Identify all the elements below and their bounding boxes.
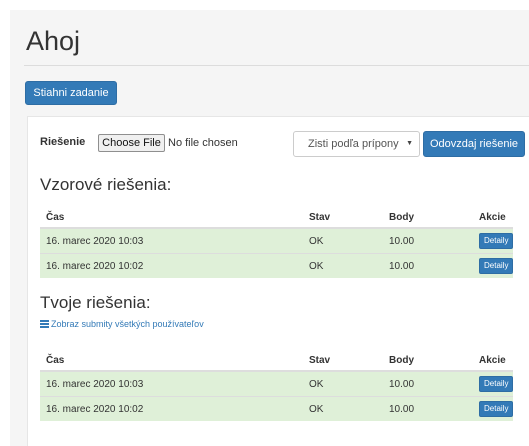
column-header-actions: Akcie (479, 350, 514, 372)
table-row: 16. marec 2020 10:03 OK 10.00 Detaily (40, 370, 514, 397)
row-status: OK (309, 370, 389, 397)
page-title: Ahoj (26, 26, 81, 56)
table-header-row: Čas Stav Body Akcie (40, 350, 514, 372)
solutions-panel: Riešenie Choose File No file chosen Zist… (27, 116, 529, 446)
submit-form: Riešenie Choose File No file chosen Zist… (28, 117, 529, 167)
row-time: 16. marec 2020 10:03 (40, 370, 309, 397)
details-button[interactable]: Detaily (479, 401, 514, 417)
details-button[interactable]: Detaily (479, 258, 514, 274)
your-solutions-table: Čas Stav Body Akcie 16. marec 2020 10:03… (40, 350, 514, 421)
list-icon (40, 320, 49, 328)
choose-file-button[interactable]: Choose File (98, 134, 165, 152)
extension-select[interactable]: Zisti podľa prípony ▼ (293, 131, 420, 157)
example-solutions-heading: Vzorové riešenia: (40, 175, 172, 194)
column-header-points: Body (389, 207, 479, 229)
download-task-button[interactable]: Stiahni zadanie (25, 81, 117, 105)
table-row: 16. marec 2020 10:02 OK 10.00 Detaily (40, 396, 514, 421)
row-actions: Detaily (479, 253, 514, 278)
table-row: 16. marec 2020 10:02 OK 10.00 Detaily (40, 253, 514, 278)
row-points: 10.00 (389, 227, 479, 254)
column-header-points: Body (389, 350, 479, 372)
row-status: OK (309, 396, 389, 421)
column-header-status: Stav (309, 207, 389, 229)
row-actions: Detaily (479, 370, 514, 397)
row-points: 10.00 (389, 253, 479, 278)
submit-solution-button[interactable]: Odovzdaj riešenie (423, 131, 525, 157)
row-time: 16. marec 2020 10:02 (40, 396, 309, 421)
row-time: 16. marec 2020 10:02 (40, 253, 309, 278)
your-solutions-heading: Tvoje riešenia: (40, 293, 151, 312)
row-actions: Detaily (479, 396, 514, 421)
all-users-submits-link[interactable]: Zobraz submity všetkých používateľov (40, 319, 204, 329)
row-status: OK (309, 227, 389, 254)
column-header-actions: Akcie (479, 207, 514, 229)
file-status-text: No file chosen (168, 137, 238, 149)
details-button[interactable]: Detaily (479, 376, 514, 392)
solution-label: Riešenie (40, 136, 86, 148)
row-actions: Detaily (479, 227, 514, 254)
caret-down-icon: ▼ (406, 140, 413, 147)
row-points: 10.00 (389, 370, 479, 397)
row-points: 10.00 (389, 396, 479, 421)
title-divider (24, 65, 529, 66)
row-status: OK (309, 253, 389, 278)
all-users-submits-label: Zobraz submity všetkých používateľov (51, 319, 204, 329)
example-solutions-table: Čas Stav Body Akcie 16. marec 2020 10:03… (40, 207, 514, 278)
page-container: Ahoj Stiahni zadanie Riešenie Choose Fil… (10, 10, 529, 446)
column-header-status: Stav (309, 350, 389, 372)
details-button[interactable]: Detaily (479, 233, 514, 249)
row-time: 16. marec 2020 10:03 (40, 227, 309, 254)
table-header-row: Čas Stav Body Akcie (40, 207, 514, 229)
extension-select-value: Zisti podľa prípony (308, 138, 399, 150)
table-row: 16. marec 2020 10:03 OK 10.00 Detaily (40, 227, 514, 254)
column-header-time: Čas (40, 207, 309, 229)
column-header-time: Čas (40, 350, 309, 372)
